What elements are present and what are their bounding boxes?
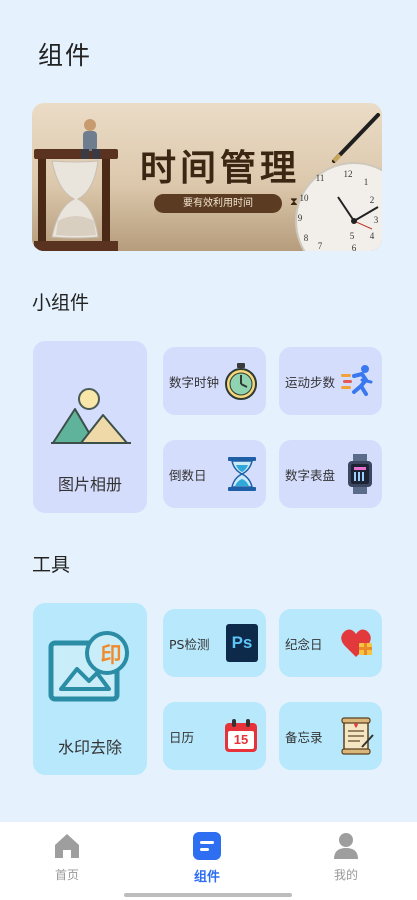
digital-dial-label: 数字表盘 [285,467,336,483]
watermark-removal-label: 水印去除 [57,738,122,757]
bottom-navigation: 首页 组件 我的 [0,822,417,900]
memo-scroll-icon [341,717,374,755]
tools-section-title: 工具 [32,554,71,576]
svg-text:8: 8 [304,233,309,243]
countdown-card[interactable]: 倒数日 [163,440,266,508]
stopwatch-icon [225,363,257,400]
watermark-removal-card[interactable]: 印 水印去除 [33,603,147,775]
time-management-banner[interactable]: 10 11 9 8 7 6 5 4 3 2 1 12 时间管理 要有效利用时间 … [32,103,382,251]
photoshop-icon-text: Ps [231,633,253,652]
calendar-label: 日历 [169,729,195,745]
svg-text:10: 10 [300,193,310,203]
ps-detect-card[interactable]: PS检测 Ps [163,609,266,677]
nav-widgets-label: 组件 [193,870,220,885]
page-title: 组件 [38,41,93,70]
svg-text:5: 5 [350,231,355,241]
nav-home[interactable]: 首页 [27,832,107,883]
digital-clock-label: 数字时钟 [169,374,220,390]
svg-text:9: 9 [298,213,303,223]
calendar-icon-day: 15 [233,732,249,747]
profile-icon [334,833,358,859]
calendar-card[interactable]: 日历 15 [163,702,266,770]
banner-subtitle: 要有效利用时间 [154,194,282,213]
anniversary-card[interactable]: 纪念日 [279,609,382,677]
hourglass-icon [228,457,256,491]
svg-text:4: 4 [370,231,375,241]
countdown-label: 倒数日 [169,467,207,483]
svg-text:6: 6 [352,243,357,251]
nav-home-label: 首页 [54,868,79,882]
step-count-label: 运动步数 [285,374,336,390]
photo-album-card[interactable]: 图片相册 [33,341,147,513]
widgets-icon [193,832,221,860]
heart-gift-icon [341,629,372,657]
svg-text:12: 12 [344,169,353,179]
photo-album-label: 图片相册 [57,475,122,494]
nav-profile[interactable]: 我的 [306,832,386,883]
digital-dial-card[interactable]: 数字表盘 [279,440,382,508]
memo-label: 备忘录 [285,729,323,745]
step-count-card[interactable]: 运动步数 [279,347,382,415]
digital-watch-icon [348,454,372,494]
ps-detect-label: PS检测 [169,636,210,652]
svg-text:2: 2 [370,195,375,205]
svg-text:11: 11 [316,173,325,183]
nav-profile-label: 我的 [333,868,358,882]
svg-text:1: 1 [364,177,369,187]
photoshop-icon: Ps [226,624,258,662]
running-icon [341,365,373,396]
banner-title: 时间管理 [140,147,301,189]
home-icon [55,834,79,858]
anniversary-label: 纪念日 [285,636,323,652]
svg-text:3: 3 [374,215,379,225]
calendar-icon: 15 [224,719,258,753]
svg-text:7: 7 [318,241,323,251]
watermark-stamp-text: 印 [100,643,122,667]
widgets-section-title: 小组件 [32,292,90,314]
memo-card[interactable]: 备忘录 [279,702,382,770]
digital-clock-card[interactable]: 数字时钟 [163,347,266,415]
nav-widgets[interactable]: 组件 [167,832,247,885]
home-indicator[interactable] [124,893,292,897]
photo-album-icon [51,388,131,444]
hourglass-small-icon: ⧗ [290,195,298,208]
